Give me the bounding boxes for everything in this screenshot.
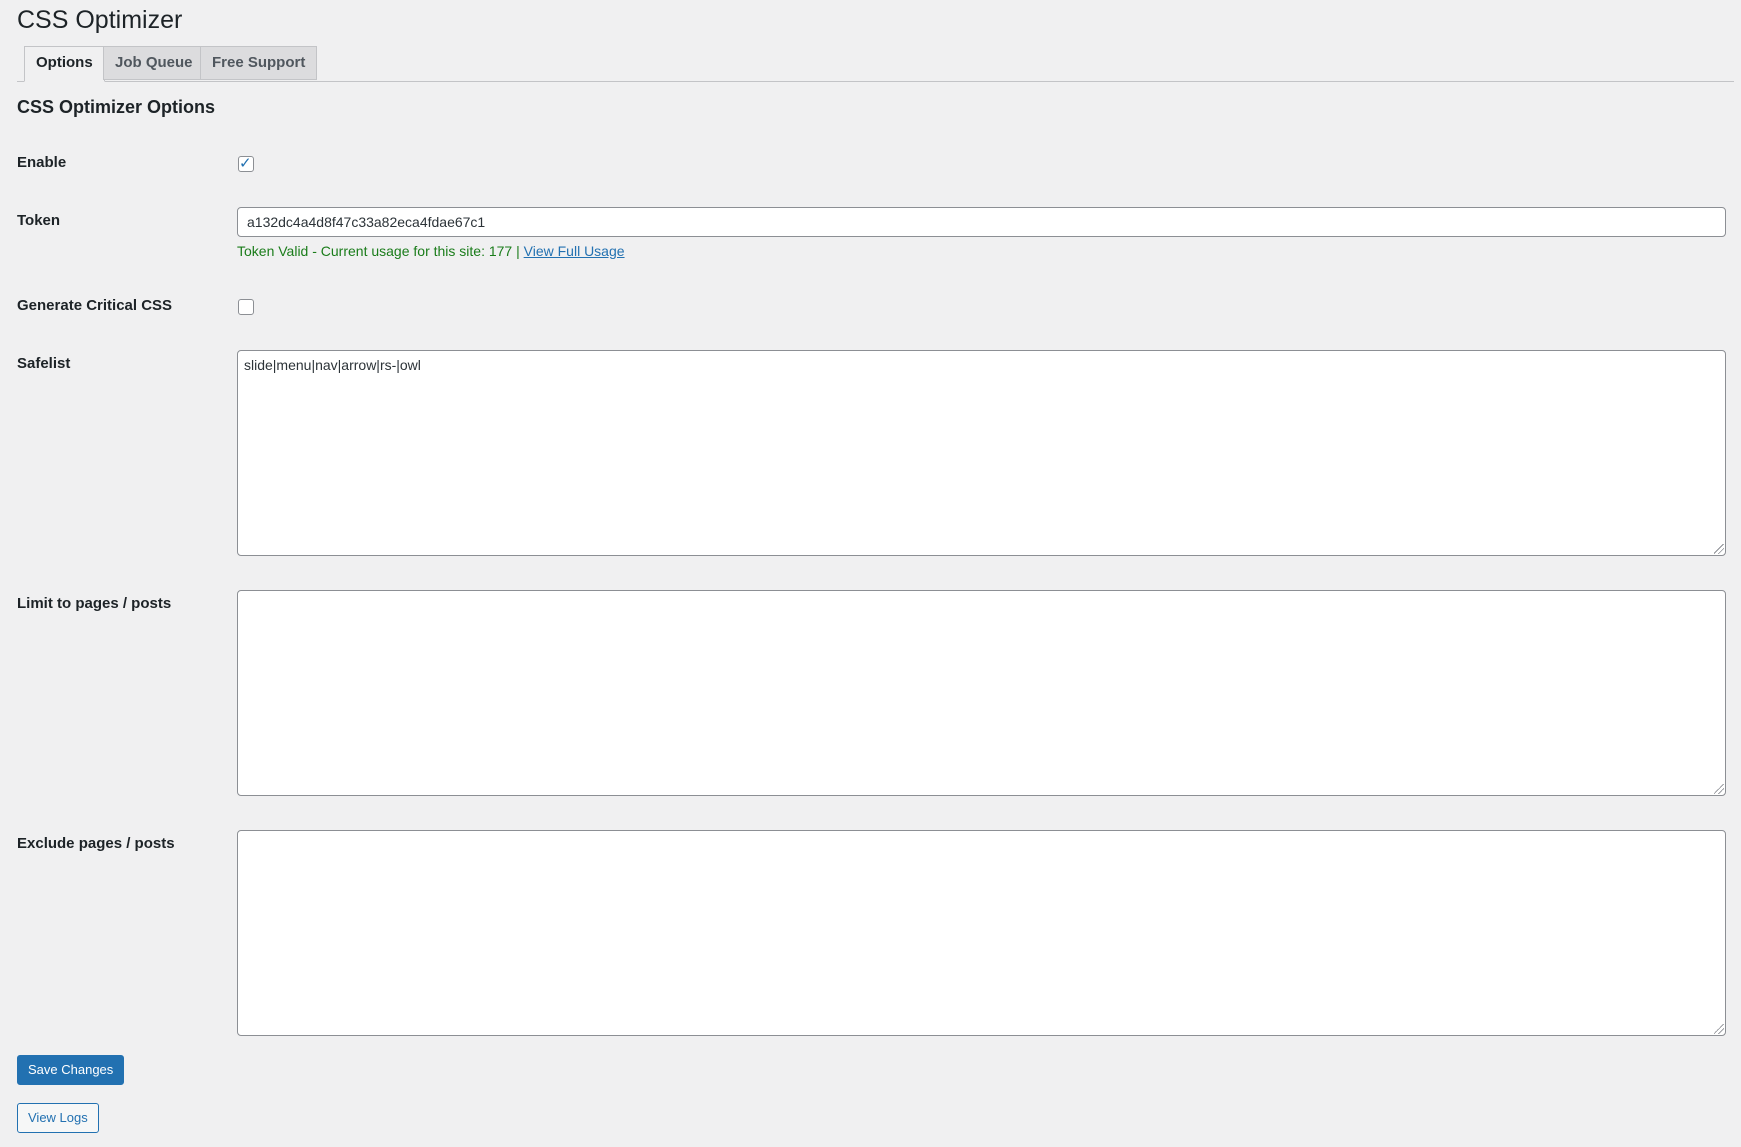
view-full-usage-link[interactable]: View Full Usage bbox=[524, 243, 625, 259]
nav-tab-wrapper: Options Job Queue Free Support bbox=[17, 46, 1734, 82]
safelist-label: Safelist bbox=[17, 355, 71, 372]
view-logs-button[interactable]: View Logs bbox=[17, 1103, 99, 1133]
checkmark-icon: ✓ bbox=[239, 155, 252, 172]
tab-free-support[interactable]: Free Support bbox=[200, 46, 318, 80]
safelist-textarea[interactable]: slide|menu|nav|arrow|rs-|owl bbox=[237, 350, 1726, 556]
token-status: Token Valid - Current usage for this sit… bbox=[237, 243, 625, 259]
page-title: CSS Optimizer bbox=[17, 6, 183, 34]
token-status-text: Token Valid - Current usage for this sit… bbox=[237, 243, 520, 259]
tab-job-queue[interactable]: Job Queue bbox=[103, 46, 205, 80]
enable-label: Enable bbox=[17, 154, 67, 171]
resize-handle-icon[interactable] bbox=[1714, 544, 1724, 554]
exclude-pages-label: Exclude pages / posts bbox=[17, 835, 175, 852]
safelist-value: slide|menu|nav|arrow|rs-|owl bbox=[244, 357, 421, 373]
critical-css-checkbox[interactable] bbox=[238, 299, 254, 315]
limit-pages-textarea[interactable] bbox=[237, 590, 1726, 796]
save-changes-button[interactable]: Save Changes bbox=[17, 1055, 125, 1085]
resize-handle-icon[interactable] bbox=[1714, 1024, 1724, 1034]
exclude-pages-textarea[interactable] bbox=[237, 830, 1726, 1036]
token-label: Token bbox=[17, 212, 61, 229]
token-input[interactable]: a132dc4a4d8f47c33a82eca4fdae67c1 bbox=[237, 207, 1726, 237]
section-title: CSS Optimizer Options bbox=[17, 97, 216, 117]
enable-checkbox[interactable]: ✓ bbox=[238, 155, 254, 172]
limit-pages-label: Limit to pages / posts bbox=[17, 595, 172, 612]
resize-handle-icon[interactable] bbox=[1714, 784, 1724, 794]
critical-css-label: Generate Critical CSS bbox=[17, 297, 173, 314]
tab-options[interactable]: Options bbox=[24, 46, 105, 82]
